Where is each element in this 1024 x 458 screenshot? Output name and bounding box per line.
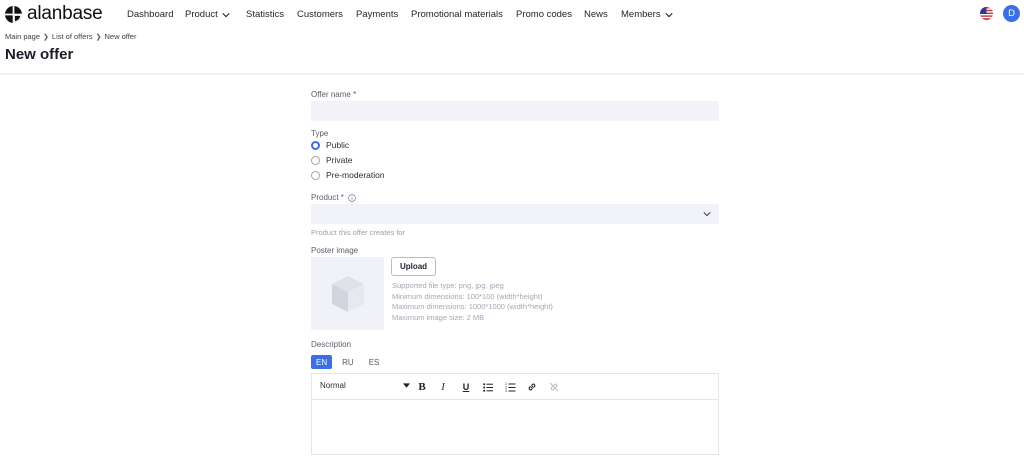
offer-name-label: Offer name * <box>311 90 357 99</box>
upload-hint-max-size: Maximum image size: 2 MB <box>392 312 485 322</box>
logo-text: alanbase <box>27 3 103 24</box>
caret-down-icon <box>403 383 410 388</box>
image-placeholder-icon <box>332 276 364 312</box>
unlink-icon[interactable] <box>548 381 560 393</box>
description-label: Description <box>311 340 352 349</box>
poster-image-label: Poster image <box>311 246 359 255</box>
nav-item-label: Product <box>185 9 218 20</box>
nav-item-label: Promotional materials <box>411 9 503 20</box>
editor-toolbar: Normal B I U 1 2 3 <box>312 374 718 400</box>
nav-item-statistics[interactable]: Statistics <box>246 9 284 20</box>
chevron-right-icon: ❯ <box>43 33 49 41</box>
radio-label-public: Public <box>326 140 350 150</box>
poster-placeholder <box>311 257 384 330</box>
description-editor: Normal B I U 1 2 3 <box>311 373 719 455</box>
breadcrumb-new-offer: New offer <box>104 32 137 41</box>
numbered-list-icon[interactable]: 1 2 3 <box>504 381 516 393</box>
radio-unchecked-icon <box>311 170 320 180</box>
text-format-select[interactable]: Normal <box>320 381 410 390</box>
breadcrumb-main-page[interactable]: Main page <box>5 32 40 41</box>
upload-hints: Supported file type: png, jpg, jpeg Mini… <box>392 281 553 323</box>
nav-item-label: Customers <box>297 9 343 20</box>
nav-item-members[interactable]: Members <box>621 9 673 20</box>
nav-item-label: Dashboard <box>127 9 174 20</box>
header-divider <box>0 73 1024 75</box>
user-avatar[interactable]: D <box>1003 5 1020 22</box>
chevron-down-icon <box>664 12 673 17</box>
upload-hint-max-dimensions: Maximum dimensions: 1000*1000 (width*hei… <box>392 302 553 311</box>
chevron-right-icon: ❯ <box>95 33 102 41</box>
tab-es[interactable]: ES <box>364 355 385 369</box>
nav-item-payments[interactable]: Payments <box>356 9 398 20</box>
type-label: Type <box>311 129 329 138</box>
product-label-row: Product * <box>311 193 356 202</box>
radio-unchecked-icon <box>311 155 320 165</box>
breadcrumb-list-of-offers[interactable]: List of offers <box>52 32 93 41</box>
breadcrumb: Main page ❯ List of offers ❯ New offer <box>5 32 136 41</box>
link-icon[interactable] <box>526 381 538 393</box>
underline-icon[interactable]: U <box>460 381 472 393</box>
svg-text:3: 3 <box>505 389 507 392</box>
offer-name-input[interactable] <box>311 101 719 121</box>
product-hint: Product this offer creates for <box>311 228 406 237</box>
nav-item-promo-codes[interactable]: Promo codes <box>516 9 572 20</box>
bullet-list-icon[interactable] <box>482 381 494 393</box>
chevron-down-icon <box>703 212 711 217</box>
upload-button[interactable]: Upload <box>391 257 436 276</box>
radio-label-pre-moderation: Pre-moderation <box>326 170 385 180</box>
alanbase-logo[interactable]: alanbase <box>5 3 103 24</box>
nav-item-label: News <box>584 9 608 20</box>
nav-item-customers[interactable]: Customers <box>297 9 343 20</box>
product-select[interactable] <box>311 204 719 224</box>
page-title: New offer <box>5 46 74 63</box>
us-flag-icon[interactable] <box>980 7 993 20</box>
text-format-value: Normal <box>320 381 346 390</box>
nav-item-label: Statistics <box>246 9 285 20</box>
nav-item-label: Members <box>621 9 661 20</box>
nav-item-label: Payments <box>356 9 399 20</box>
nav-item-product[interactable]: Product <box>185 9 230 20</box>
nav-item-promotional-materials[interactable]: Promotional materials <box>411 9 503 20</box>
bold-icon[interactable]: B <box>416 381 428 393</box>
top-navigation-bar: alanbase Dashboard Product Statistics Custo… <box>0 0 1024 28</box>
nav-item-dashboard[interactable]: Dashboard <box>127 9 173 20</box>
nav-item-label: Promo codes <box>516 9 572 20</box>
type-radio-public[interactable]: Public <box>311 140 349 150</box>
radio-checked-icon <box>311 140 320 150</box>
description-text-area[interactable] <box>312 401 718 454</box>
radio-label-private: Private <box>326 155 353 165</box>
upload-hint-file-type: Supported file type: png, jpg, jpeg <box>392 281 504 290</box>
upload-hint-min-dimensions: Minimum dimensions: 100*100 (width*heigh… <box>392 291 543 301</box>
info-icon[interactable] <box>348 193 356 202</box>
chevron-down-icon <box>222 12 230 17</box>
product-label: Product * <box>311 193 344 202</box>
tab-en[interactable]: EN <box>311 355 333 369</box>
italic-icon[interactable]: I <box>437 381 449 393</box>
language-tabs: EN RU ES <box>311 355 389 369</box>
type-radio-pre-moderation[interactable]: Pre-moderation <box>311 170 385 180</box>
tab-ru[interactable]: RU <box>337 355 359 369</box>
alanbase-logo-icon <box>5 5 22 23</box>
nav-item-news[interactable]: News <box>584 9 608 20</box>
type-radio-private[interactable]: Private <box>311 155 352 165</box>
